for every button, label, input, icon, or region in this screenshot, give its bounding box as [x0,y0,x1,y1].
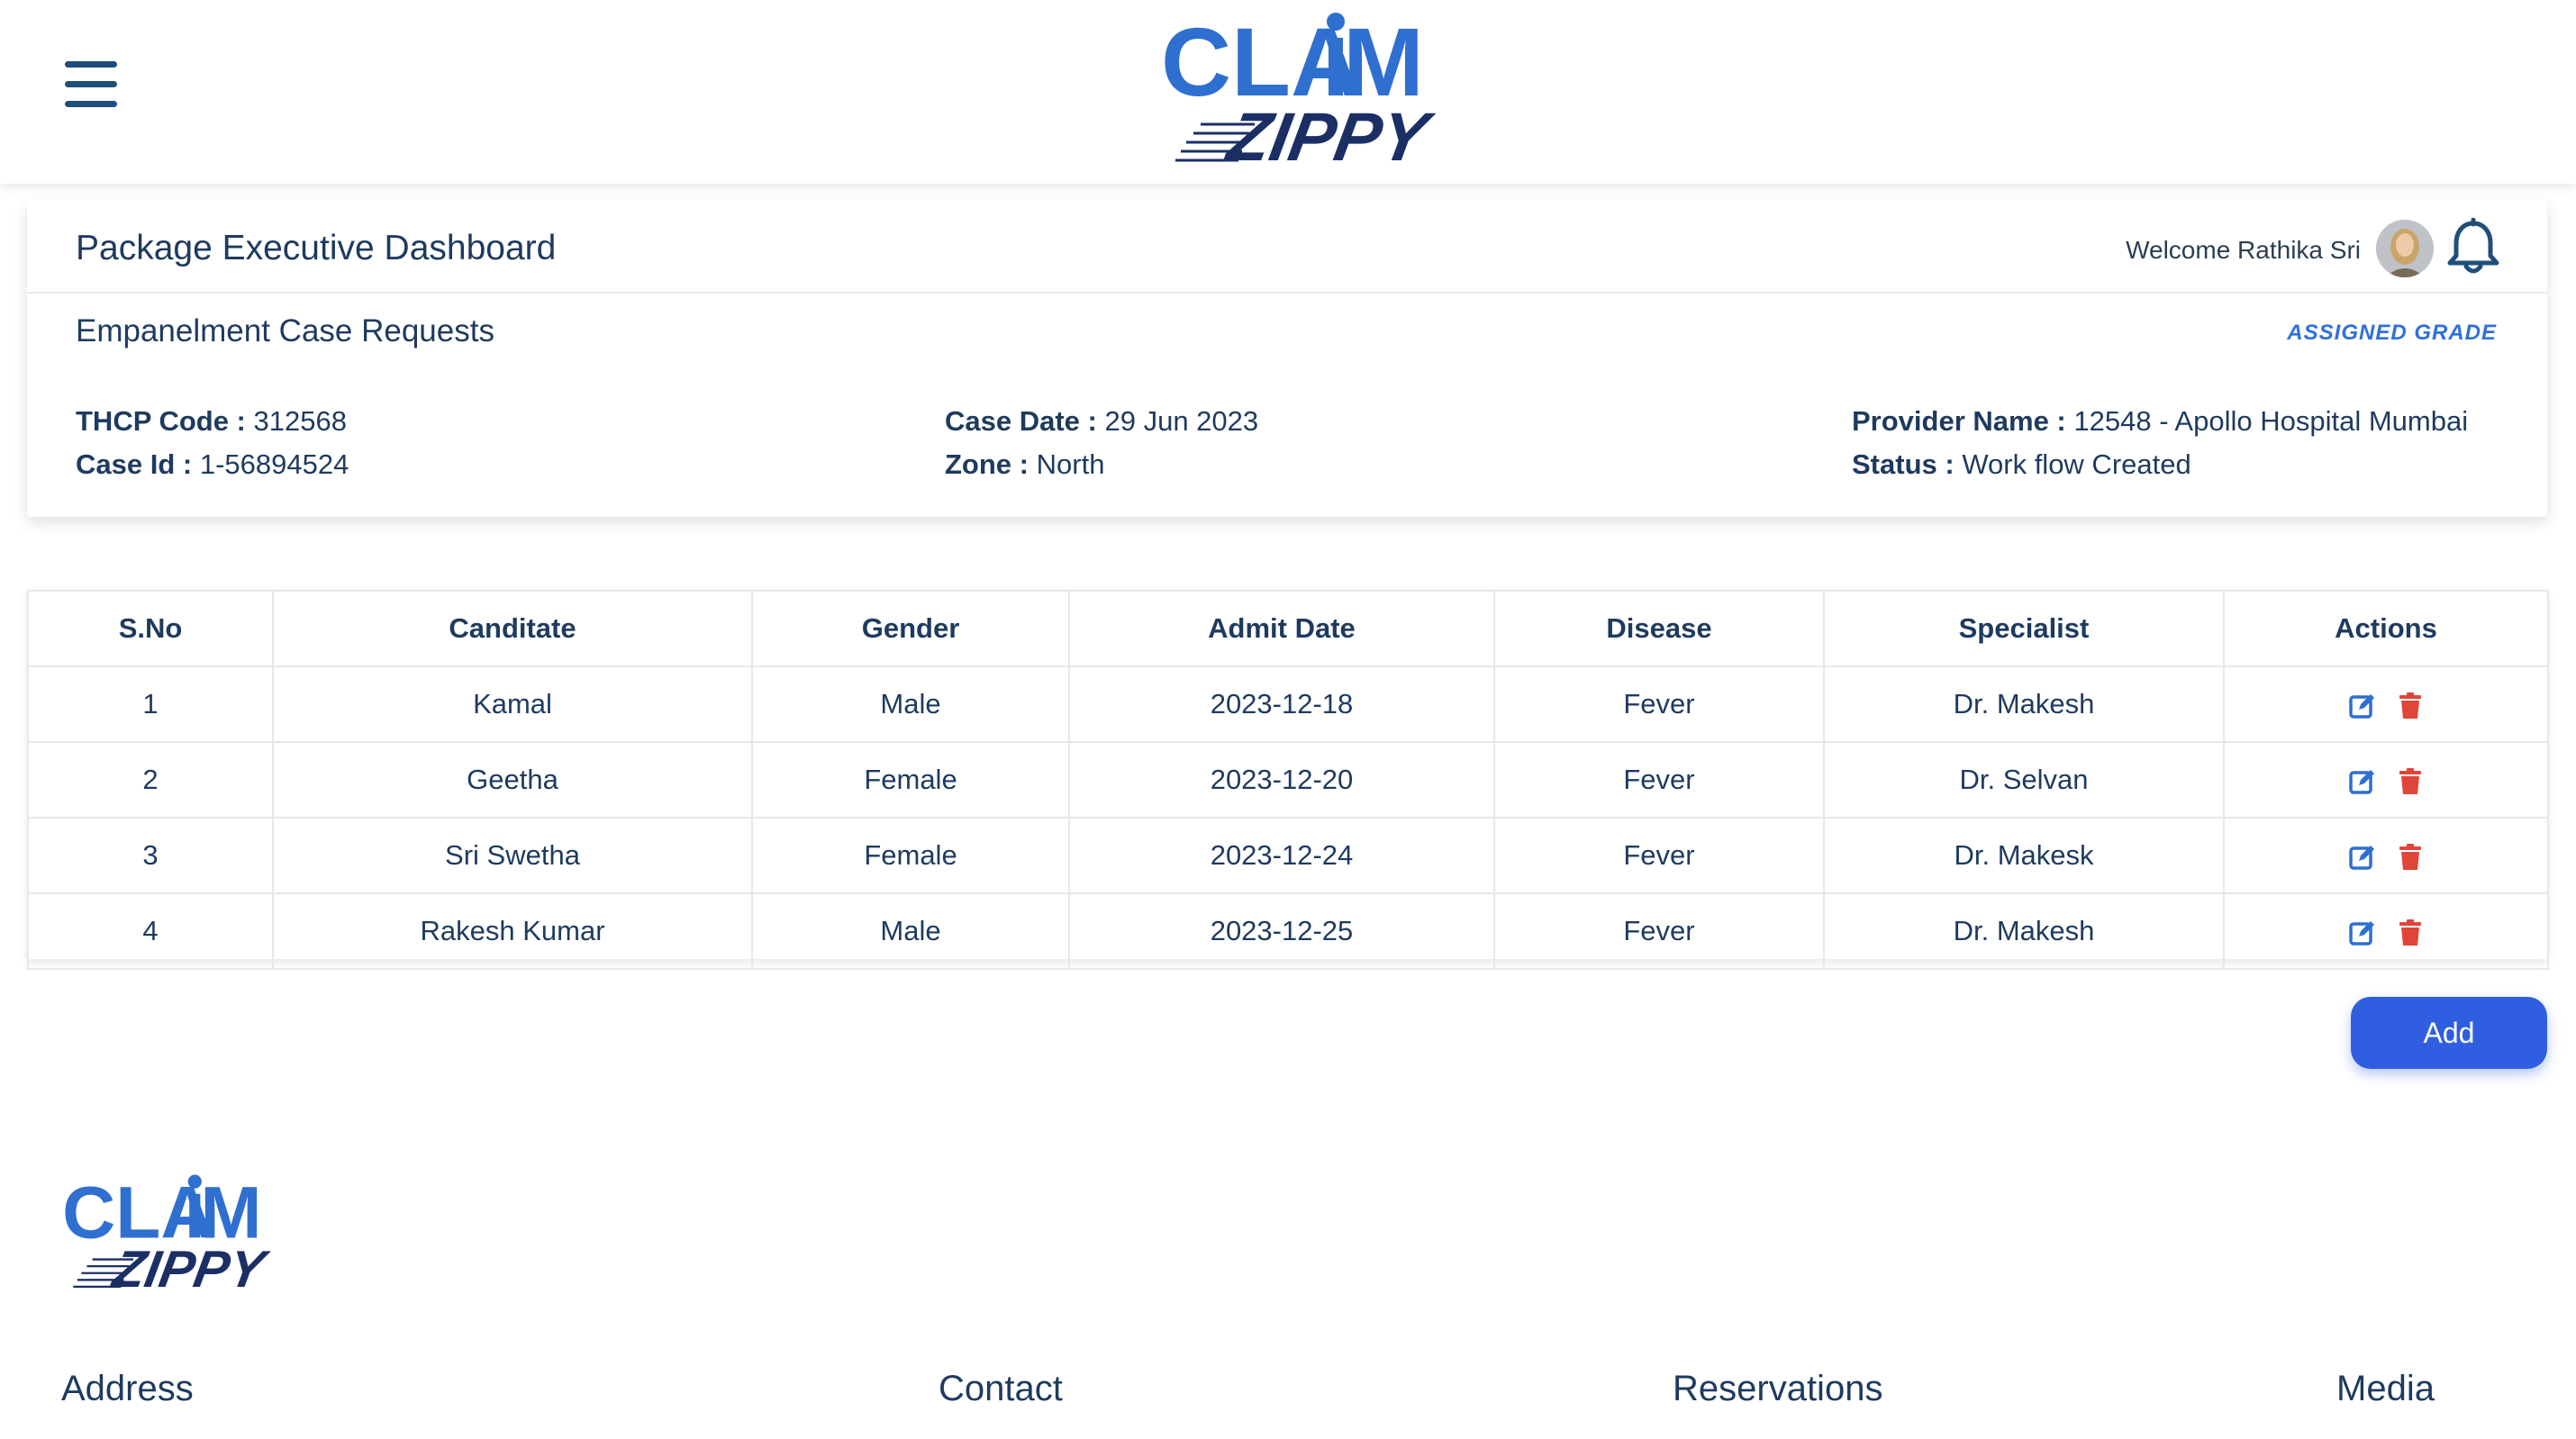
edit-icon[interactable] [2348,767,2375,796]
cell-specialist: Dr. Makesh [1823,665,2225,743]
cell-candidate: Kamal [272,665,753,743]
cell-disease: Fever [1493,665,1825,743]
top-navbar: CLA M ZIPPY [0,0,2576,184]
table-row: 4 Rakesh Kumar Male 2023-12-25 Fever Dr.… [27,892,2549,970]
table-row: 2 Geetha Female 2023-12-20 Fever Dr. Sel… [27,741,2549,819]
column-header[interactable]: Specialist [1823,590,2225,667]
page-title: Package Executive Dashboard [76,229,557,267]
case-id-field: Case Id : 1-56894524 [76,448,349,481]
cell-admit-date: 2023-12-18 [1068,665,1495,743]
cell-candidate: Rakesh Kumar [272,892,753,970]
column-header[interactable]: S.No [27,590,274,667]
welcome-text: Welcome Rathika Sri [2126,236,2361,264]
table-header-row: S.No Canditate Gender Admit Date Disease… [27,590,2549,667]
column-header: Actions [2223,590,2549,667]
cell-disease: Fever [1493,892,1825,970]
cell-disease: Fever [1493,817,1825,894]
cell-specialist: Dr. Selvan [1823,741,2225,819]
cell-admit-date: 2023-12-24 [1068,817,1495,894]
zone-label: Zone : [945,448,1029,480]
cases-table: S.No Canditate Gender Admit Date Disease… [27,590,2549,970]
avatar[interactable] [2376,220,2434,277]
cell-candidate: Sri Swetha [272,817,753,894]
cell-gender: Female [751,817,1070,894]
cases-table-container: S.No Canditate Gender Admit Date Disease… [27,590,2549,970]
column-header[interactable]: Canditate [272,590,753,667]
assigned-grade-link[interactable]: ASSIGNED GRADE [2287,321,2497,346]
status-label: Status : [1852,448,1955,480]
edit-icon[interactable] [2348,843,2375,872]
footer-media-heading: Media [2336,1369,2435,1408]
column-header[interactable]: Gender [751,590,1070,667]
provider-name-label: Provider Name : [1852,405,2066,437]
bell-icon[interactable] [2444,218,2502,277]
column-header[interactable]: Disease [1493,590,1825,667]
cell-sno: 2 [27,741,274,819]
footer-reservations-heading: Reservations [1673,1369,1883,1408]
zone-field: Zone : North [945,448,1104,481]
cell-actions [2223,741,2549,819]
delete-icon[interactable] [2397,767,2424,796]
cell-specialist: Dr. Makesk [1823,817,2225,894]
edit-icon[interactable] [2348,919,2375,947]
thcp-code-field: THCP Code : 312568 [76,405,347,438]
cell-sno: 1 [27,665,274,743]
footer-address-heading: Address [61,1369,194,1408]
cell-actions [2223,892,2549,970]
delete-icon[interactable] [2397,919,2424,947]
column-header[interactable]: Admit Date [1068,590,1495,667]
cell-gender: Male [751,665,1070,743]
cell-gender: Male [751,892,1070,970]
edit-icon[interactable] [2348,692,2375,720]
cell-sno: 4 [27,892,274,970]
cell-gender: Female [751,741,1070,819]
case-date-label: Case Date : [945,405,1097,437]
svg-text:ZIPPY: ZIPPY [107,1240,274,1295]
case-id-label: Case Id : [76,448,193,480]
table-row: 3 Sri Swetha Female 2023-12-24 Fever Dr.… [27,817,2549,894]
cell-sno: 3 [27,817,274,894]
delete-icon[interactable] [2397,843,2424,872]
cell-candidate: Geetha [272,741,753,819]
cell-admit-date: 2023-12-20 [1068,741,1495,819]
svg-text:ZIPPY: ZIPPY [1220,100,1438,171]
thcp-code-value: 312568 [253,405,347,437]
zone-value: North [1036,448,1105,480]
delete-icon[interactable] [2397,692,2424,720]
card-divider [27,292,2547,294]
footer-logo[interactable]: CLA M ZIPPY [58,1171,328,1295]
cell-admit-date: 2023-12-25 [1068,892,1495,970]
cell-actions [2223,665,2549,743]
case-id-value: 1-56894524 [199,448,349,480]
case-info-card: Package Executive Dashboard Welcome Rath… [27,200,2547,517]
case-date-field: Case Date : 29 Jun 2023 [945,405,1258,438]
table-row: 1 Kamal Male 2023-12-18 Fever Dr. Makesh [27,665,2549,743]
cell-disease: Fever [1493,741,1825,819]
footer-contact-heading: Contact [939,1369,1063,1408]
add-button[interactable]: Add [2351,997,2547,1069]
cell-specialist: Dr. Makesh [1823,892,2225,970]
status-value: Work flow Created [1962,448,2191,480]
hamburger-menu-icon[interactable] [65,61,119,108]
case-date-value: 29 Jun 2023 [1104,405,1259,437]
provider-name-value: 12548 - Apollo Hospital Mumbai [2073,405,2469,437]
thcp-code-label: THCP Code : [76,405,246,437]
section-title: Empanelment Case Requests [76,313,494,348]
status-field: Status : Work flow Created [1852,448,2191,481]
provider-name-field: Provider Name : 12548 - Apollo Hospital … [1852,405,2468,438]
claim-zippy-logo[interactable]: CLA M ZIPPY [1157,7,1509,171]
cell-actions [2223,817,2549,894]
